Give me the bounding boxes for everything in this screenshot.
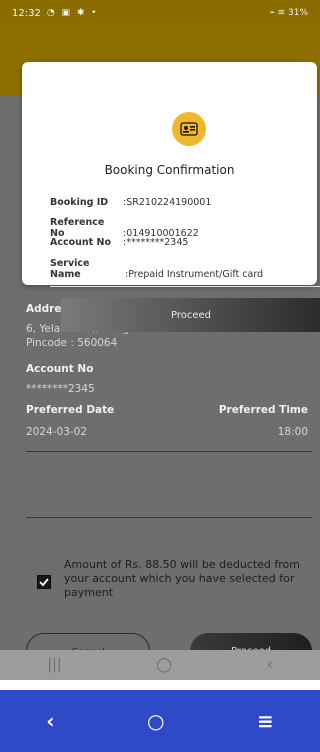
screen: 12:32 ◔ ▣ ✱ • ⌁ ≋ 31% Address 6, Yelahan… [0, 0, 320, 680]
account-no-row: Account No :********2345 [50, 237, 188, 248]
status-bar: 12:32 ◔ ▣ ✱ • ⌁ ≋ 31% [0, 0, 320, 26]
status-time: 12:32 [12, 7, 41, 19]
payment-consent-checkbox[interactable] [37, 575, 51, 589]
pincode-value: Pincode : 560064 [26, 337, 118, 349]
back-icon[interactable]: ‹ [46, 709, 54, 733]
menu-icon[interactable]: ≡ [257, 709, 274, 733]
nav-gap [0, 680, 320, 690]
status-right-icons: ⌁ ≋ 31% [269, 8, 308, 18]
divider-top [26, 451, 312, 452]
booking-confirmation-modal: Booking Confirmation Booking ID :SR21022… [22, 62, 320, 332]
modal-title: Booking Confirmation [104, 163, 235, 177]
back-icon[interactable]: ‹ [267, 657, 273, 673]
modal-proceed-button[interactable]: Proceed [61, 298, 320, 332]
service-name-key: Service Name [50, 258, 90, 280]
account-value: ********2345 [26, 383, 95, 395]
home-icon[interactable]: ◯ [156, 657, 172, 673]
service-name-row: Service Name :Prepaid Instrument/Gift ca… [50, 258, 263, 280]
booking-id-row: Booking ID :SR210224190001 [50, 197, 211, 208]
check-icon [39, 578, 49, 587]
app-navigation: ‹ ○ ≡ [0, 690, 320, 752]
preferred-date-value: 2024-03-02 [26, 426, 88, 438]
reference-no-row: Reference No :014910001622 [50, 217, 199, 239]
reference-no-key: Reference No [50, 217, 105, 239]
divider-bottom [26, 517, 312, 518]
account-no-key: Account No [50, 237, 111, 248]
modal-separator [50, 286, 320, 287]
booking-id-key: Booking ID [50, 197, 109, 208]
account-no-value: :********2345 [123, 237, 189, 248]
deduction-notice: Amount of Rs. 88.50 will be deducted fro… [64, 558, 300, 599]
id-card-icon [172, 112, 206, 146]
preferred-time-value: 18:00 [277, 426, 308, 438]
system-navigation: ||| ◯ ‹ [0, 650, 320, 680]
recent-apps-icon[interactable]: ||| [47, 657, 61, 673]
preferred-date-label: Preferred Date [26, 404, 115, 416]
status-left-icons: ◔ ▣ ✱ • [46, 8, 99, 18]
booking-id-value: :SR210224190001 [123, 197, 212, 208]
account-label: Account No [26, 363, 94, 375]
preferred-time-label: Preferred Time [218, 404, 308, 416]
service-name-value: :Prepaid Instrument/Gift card [125, 269, 264, 280]
home-icon[interactable]: ○ [147, 709, 164, 733]
